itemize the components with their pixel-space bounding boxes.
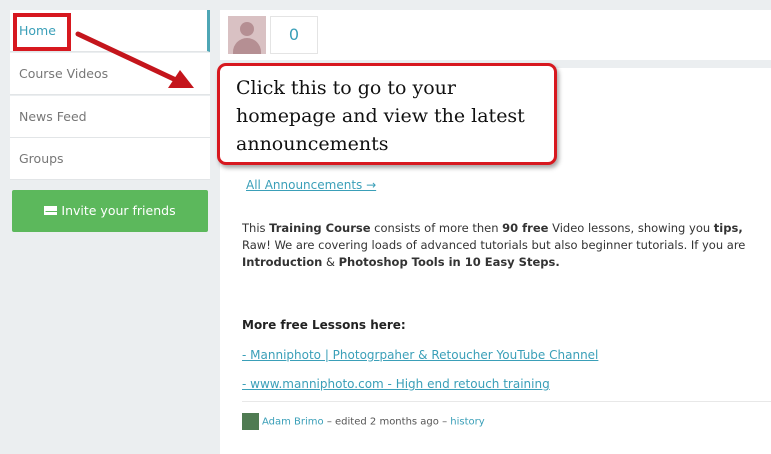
annotation-arrow-icon	[75, 31, 194, 88]
